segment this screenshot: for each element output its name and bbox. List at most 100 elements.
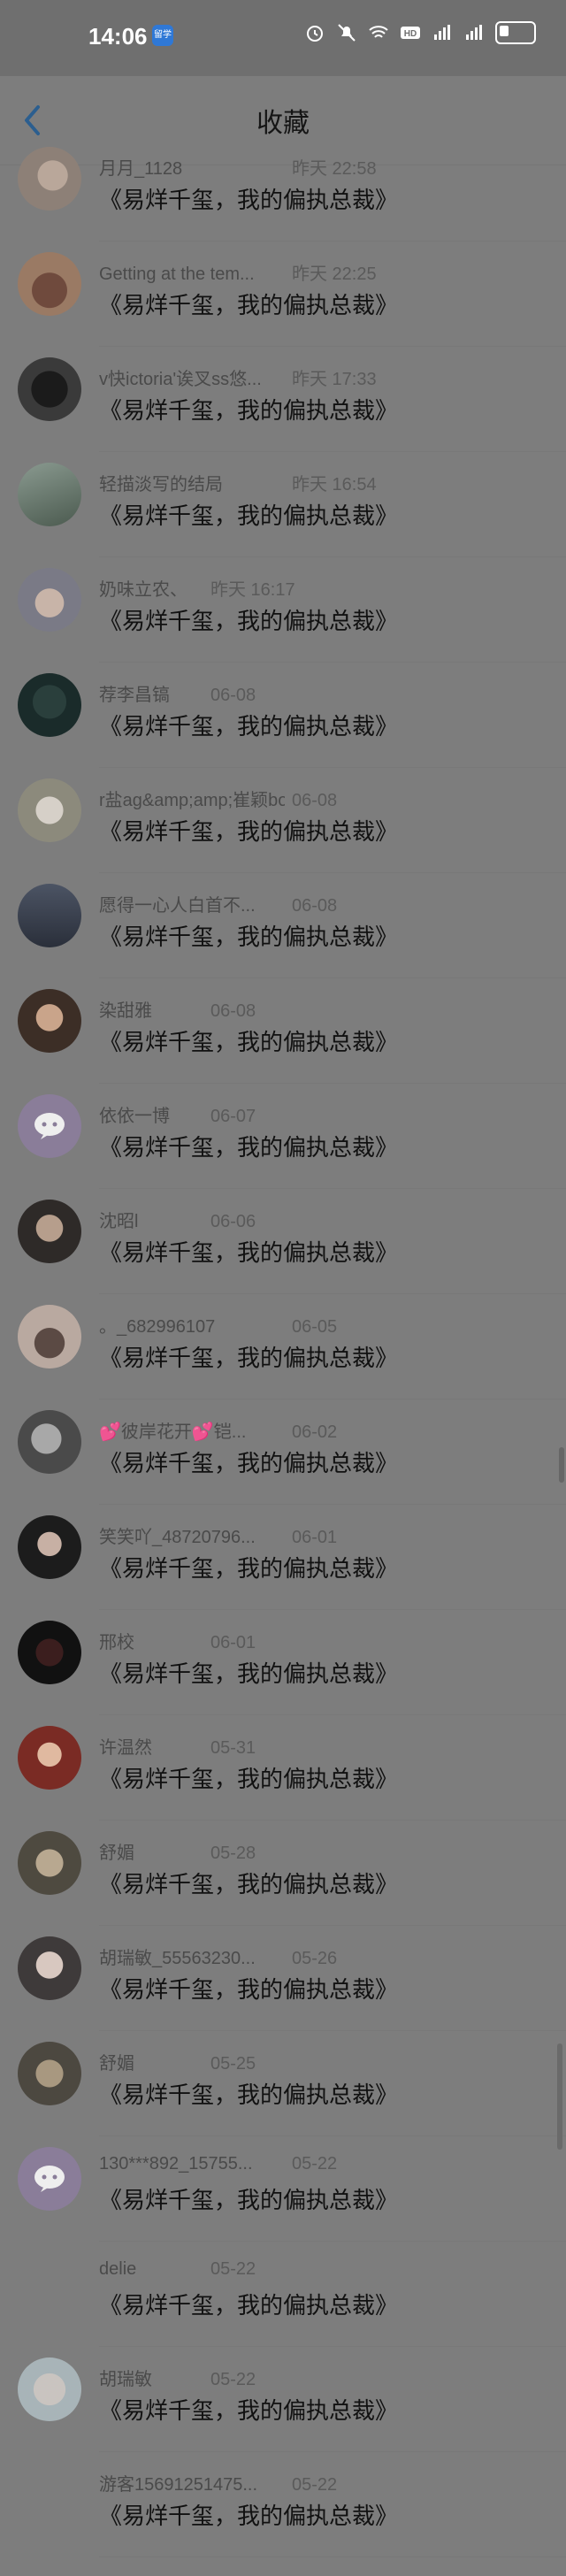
avatar[interactable]: [18, 673, 81, 737]
list-item[interactable]: v快ictoria'诶叉ss悠... 昨天 17:33 《易烊千玺，我的偏执总裁》: [0, 347, 566, 452]
avatar[interactable]: [18, 357, 81, 421]
avatar[interactable]: [18, 1515, 81, 1579]
book-title[interactable]: 《易烊千玺，我的偏执总裁》: [99, 1551, 398, 1583]
list-item[interactable]: Getting at the tem... 昨天 22:25 《易烊千玺，我的偏执总…: [0, 242, 566, 347]
user-name[interactable]: 奶味立农、: [99, 575, 203, 601]
scrollbar[interactable]: [557, 2043, 562, 2150]
list-item[interactable]: 胡瑞敏 05-22 《易烊千玺，我的偏执总裁》: [0, 2347, 566, 2452]
book-title[interactable]: 《易烊千玺，我的偏执总裁》: [99, 603, 398, 636]
timestamp: 06-07: [210, 1107, 256, 1126]
avatar[interactable]: [18, 1936, 81, 2000]
list-item[interactable]: 。_682996107 06-05 《易烊千玺，我的偏执总裁》: [0, 1294, 566, 1399]
user-name[interactable]: 舒媚: [99, 2049, 203, 2074]
item-meta: 轻描淡写的结局 昨天 16:54: [99, 470, 377, 495]
list-item[interactable]: 舒媚 05-25 《易烊千玺，我的偏执总裁》: [0, 2031, 566, 2136]
book-title[interactable]: 《易烊千玺，我的偏执总裁》: [99, 2288, 398, 2320]
user-name[interactable]: 愿得一心人白首不...: [99, 891, 285, 916]
avatar[interactable]: [18, 1305, 81, 1368]
list-item[interactable]: 轻描淡写的结局 昨天 16:54 《易烊千玺，我的偏执总裁》: [0, 452, 566, 557]
book-title[interactable]: 《易烊千玺，我的偏执总裁》: [99, 1340, 398, 1373]
list-item[interactable]: 染甜雅 06-08 《易烊千玺，我的偏执总裁》: [0, 978, 566, 1084]
list-item[interactable]: 游客15691251475... 05-22 《易烊千玺，我的偏执总裁》: [0, 2452, 566, 2557]
book-title[interactable]: 《易烊千玺，我的偏执总裁》: [99, 814, 398, 847]
book-title[interactable]: 《易烊千玺，我的偏执总裁》: [99, 1761, 398, 1794]
book-title[interactable]: 《易烊千玺，我的偏执总裁》: [99, 2077, 398, 2110]
user-name[interactable]: v快ictoria'诶叉ss悠...: [99, 364, 285, 390]
user-name[interactable]: r盐ag&amp;amp;崔颖bo...: [99, 786, 285, 811]
side-handle[interactable]: [559, 1447, 564, 1483]
book-title[interactable]: 《易烊千玺，我的偏执总裁》: [99, 182, 398, 215]
default-avatar-icon[interactable]: [18, 2147, 81, 2211]
user-name[interactable]: 💕彼岸花开💕铠...: [99, 1417, 285, 1443]
avatar[interactable]: [18, 147, 81, 211]
list-item[interactable]: 舒媚 05-28 《易烊千玺，我的偏执总裁》: [0, 1821, 566, 1926]
list-item[interactable]: 愿得一心人白首不... 06-08 《易烊千玺，我的偏执总裁》: [0, 873, 566, 978]
list-item[interactable]: 月月_1128 昨天 22:58 《易烊千玺，我的偏执总裁》: [0, 136, 566, 242]
user-name[interactable]: 。_682996107: [99, 1312, 285, 1338]
user-name[interactable]: 笑笑吖_48720796...: [99, 1522, 285, 1548]
list-item[interactable]: 荐李昌镐 06-08 《易烊千玺，我的偏执总裁》: [0, 663, 566, 768]
avatar[interactable]: [18, 252, 81, 316]
avatar[interactable]: [18, 568, 81, 632]
user-name[interactable]: 130***892_15755...: [99, 2154, 285, 2174]
timestamp: 06-02: [292, 1422, 338, 1442]
user-name[interactable]: 轻描淡写的结局: [99, 470, 285, 495]
user-name[interactable]: 染甜雅: [99, 996, 203, 1022]
list-item[interactable]: 130***892_15755... 05-22 《易烊千玺，我的偏执总裁》: [0, 2136, 566, 2242]
wifi-icon: [369, 26, 388, 38]
user-name[interactable]: 游客15691251475...: [99, 2470, 285, 2496]
avatar[interactable]: [18, 2358, 81, 2421]
avatar[interactable]: [18, 2042, 81, 2105]
book-title[interactable]: 《易烊千玺，我的偏执总裁》: [99, 1445, 398, 1478]
user-name[interactable]: 荐李昌镐: [99, 680, 203, 706]
list-item[interactable]: 奶味立农、 昨天 16:17 《易烊千玺，我的偏执总裁》: [0, 557, 566, 663]
list-item[interactable]: 沈昭l 06-06 《易烊千玺，我的偏执总裁》: [0, 1189, 566, 1294]
user-name[interactable]: 胡瑞敏: [99, 2365, 203, 2390]
book-title[interactable]: 《易烊千玺，我的偏执总裁》: [99, 1130, 398, 1162]
book-title[interactable]: 《易烊千玺，我的偏执总裁》: [99, 709, 398, 741]
list-item[interactable]: 邢校 06-01 《易烊千玺，我的偏执总裁》: [0, 1610, 566, 1715]
avatar[interactable]: [18, 1726, 81, 1790]
user-name[interactable]: 月月_1128: [99, 154, 285, 180]
user-name[interactable]: delie: [99, 2259, 203, 2280]
book-title[interactable]: 《易烊千玺，我的偏执总裁》: [99, 1972, 398, 2005]
book-title[interactable]: 《易烊千玺，我的偏执总裁》: [99, 393, 398, 426]
book-title[interactable]: 《易烊千玺，我的偏执总裁》: [99, 498, 398, 531]
default-avatar-icon[interactable]: [18, 1094, 81, 1158]
avatar[interactable]: [18, 884, 81, 947]
book-title[interactable]: 《易烊千玺，我的偏执总裁》: [99, 2182, 398, 2215]
list-item[interactable]: 依依一博 06-07 《易烊千玺，我的偏执总裁》: [0, 1084, 566, 1189]
timestamp: 06-08: [292, 791, 338, 810]
avatar[interactable]: [18, 463, 81, 526]
avatar[interactable]: [18, 1621, 81, 1684]
book-title[interactable]: 《易烊千玺，我的偏执总裁》: [99, 1656, 398, 1689]
book-title[interactable]: 《易烊千玺，我的偏执总裁》: [99, 919, 398, 952]
list-item[interactable]: 💕彼岸花开💕铠... 06-02 《易烊千玺，我的偏执总裁》: [0, 1399, 566, 1505]
book-title[interactable]: 《易烊千玺，我的偏执总裁》: [99, 1235, 398, 1268]
user-name[interactable]: 舒媚: [99, 1838, 203, 1864]
user-name[interactable]: 依依一博: [99, 1101, 203, 1127]
item-meta: 沈昭l 06-06: [99, 1207, 256, 1232]
book-title[interactable]: 《易烊千玺，我的偏执总裁》: [99, 2393, 398, 2426]
book-title[interactable]: 《易烊千玺，我的偏执总裁》: [99, 1024, 398, 1057]
timestamp: 06-08: [210, 686, 256, 705]
book-title[interactable]: 《易烊千玺，我的偏执总裁》: [99, 2498, 398, 2531]
list-item[interactable]: r盐ag&amp;amp;崔颖bo... 06-08 《易烊千玺，我的偏执总裁》: [0, 768, 566, 873]
avatar[interactable]: [18, 1410, 81, 1474]
avatar[interactable]: [18, 989, 81, 1053]
user-name[interactable]: Getting at the tem...: [99, 264, 285, 285]
book-title[interactable]: 《易烊千玺，我的偏执总裁》: [99, 288, 398, 320]
avatar[interactable]: [18, 1200, 81, 1263]
list-item[interactable]: 许温然 05-31 《易烊千玺，我的偏执总裁》: [0, 1715, 566, 1821]
list-item[interactable]: 胡瑞敏_55563230... 05-26 《易烊千玺，我的偏执总裁》: [0, 1926, 566, 2031]
user-name[interactable]: 许温然: [99, 1733, 203, 1759]
timestamp: 06-08: [210, 1001, 256, 1021]
user-name[interactable]: 胡瑞敏_55563230...: [99, 1944, 285, 1969]
user-name[interactable]: 邢校: [99, 1628, 203, 1653]
user-name[interactable]: 沈昭l: [99, 1207, 203, 1232]
list-item[interactable]: delie 05-22 《易烊千玺，我的偏执总裁》: [0, 2242, 566, 2347]
avatar[interactable]: [18, 778, 81, 842]
book-title[interactable]: 《易烊千玺，我的偏执总裁》: [99, 1867, 398, 1899]
list-item[interactable]: 笑笑吖_48720796... 06-01 《易烊千玺，我的偏执总裁》: [0, 1505, 566, 1610]
avatar[interactable]: [18, 1831, 81, 1895]
